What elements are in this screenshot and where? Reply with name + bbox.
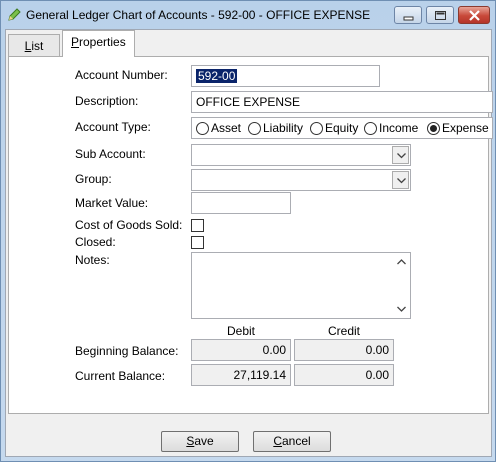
scroll-down-icon[interactable] xyxy=(397,306,406,312)
debit-header: Debit xyxy=(226,324,255,338)
save-label: ave xyxy=(194,434,214,448)
close-icon xyxy=(469,10,480,21)
cancel-label: ancel xyxy=(281,434,311,448)
closed-checkbox[interactable] xyxy=(191,236,204,249)
tab-list[interactable]: List xyxy=(8,34,60,56)
tab-strip: List Properties xyxy=(6,30,491,57)
beginning-credit-field: 0.00 xyxy=(294,339,394,361)
sub-account-label: Sub Account: xyxy=(75,147,146,161)
minimize-icon xyxy=(403,16,414,21)
account-number-field[interactable]: 592-00 xyxy=(191,65,380,87)
description-field[interactable]: OFFICE EXPENSE xyxy=(191,91,493,113)
beginning-balance-label: Beginning Balance: xyxy=(75,344,179,358)
cogs-label: Cost of Goods Sold: xyxy=(75,218,183,232)
radio-expense-label: Expense xyxy=(442,121,489,135)
beginning-debit-field: 0.00 xyxy=(191,339,291,361)
close-button[interactable] xyxy=(458,6,490,24)
radio-income-indicator xyxy=(364,122,377,135)
description-label: Description: xyxy=(75,94,139,108)
maximize-icon xyxy=(435,11,446,20)
account-type-group: Asset Liability Equity Income Expense xyxy=(191,117,493,139)
scroll-up-icon[interactable] xyxy=(397,259,406,265)
notes-label: Notes: xyxy=(75,253,110,267)
current-credit-field: 0.00 xyxy=(294,364,394,386)
tab-properties-label: roperties xyxy=(79,35,126,49)
chevron-down-icon xyxy=(397,153,406,159)
tab-properties[interactable]: Properties xyxy=(62,30,135,57)
tab-properties-accel: P xyxy=(71,35,80,49)
closed-label: Closed: xyxy=(75,235,116,249)
current-debit-field: 27,119.14 xyxy=(191,364,291,386)
cancel-accel: C xyxy=(273,434,282,448)
client-area: List Properties Account Number: 592-00 D… xyxy=(5,29,493,457)
current-balance-label: Current Balance: xyxy=(75,369,166,383)
sub-account-combo[interactable] xyxy=(191,144,411,166)
radio-liability-indicator xyxy=(248,122,261,135)
title-bar[interactable]: General Ledger Chart of Accounts - 592-0… xyxy=(1,1,495,29)
market-value-label: Market Value: xyxy=(75,196,149,210)
notes-scrollbar[interactable] xyxy=(393,253,410,318)
group-combo[interactable] xyxy=(191,169,411,191)
save-button[interactable]: Save xyxy=(161,431,239,452)
account-number-value: 592-00 xyxy=(196,69,238,83)
market-value-field[interactable] xyxy=(191,192,291,214)
radio-equity-label: Equity xyxy=(325,121,359,135)
maximize-button[interactable] xyxy=(426,6,454,24)
window: General Ledger Chart of Accounts - 592-0… xyxy=(0,0,496,462)
radio-liability-label: Liability xyxy=(263,121,304,135)
pencil-icon xyxy=(6,7,22,23)
minimize-button[interactable] xyxy=(394,6,422,24)
credit-header: Credit xyxy=(327,324,360,338)
account-type-label: Account Type: xyxy=(75,120,151,134)
account-number-label: Account Number: xyxy=(75,68,168,82)
cogs-checkbox[interactable] xyxy=(191,219,204,232)
radio-asset-indicator xyxy=(196,122,209,135)
chevron-down-icon xyxy=(397,178,406,184)
radio-expense-indicator xyxy=(427,122,440,135)
cancel-button[interactable]: Cancel xyxy=(253,431,331,452)
notes-textarea[interactable] xyxy=(191,252,411,319)
group-label: Group: xyxy=(75,172,112,186)
radio-income-label: Income xyxy=(379,121,419,135)
properties-page: Account Number: 592-00 Description: OFFI… xyxy=(8,56,493,414)
sub-account-dropdown-button[interactable] xyxy=(392,146,409,164)
group-dropdown-button[interactable] xyxy=(392,171,409,189)
radio-equity-indicator xyxy=(310,122,323,135)
window-title: General Ledger Chart of Accounts - 592-0… xyxy=(26,8,371,22)
tab-list-label: ist xyxy=(31,39,44,53)
radio-asset-label: Asset xyxy=(211,121,242,135)
